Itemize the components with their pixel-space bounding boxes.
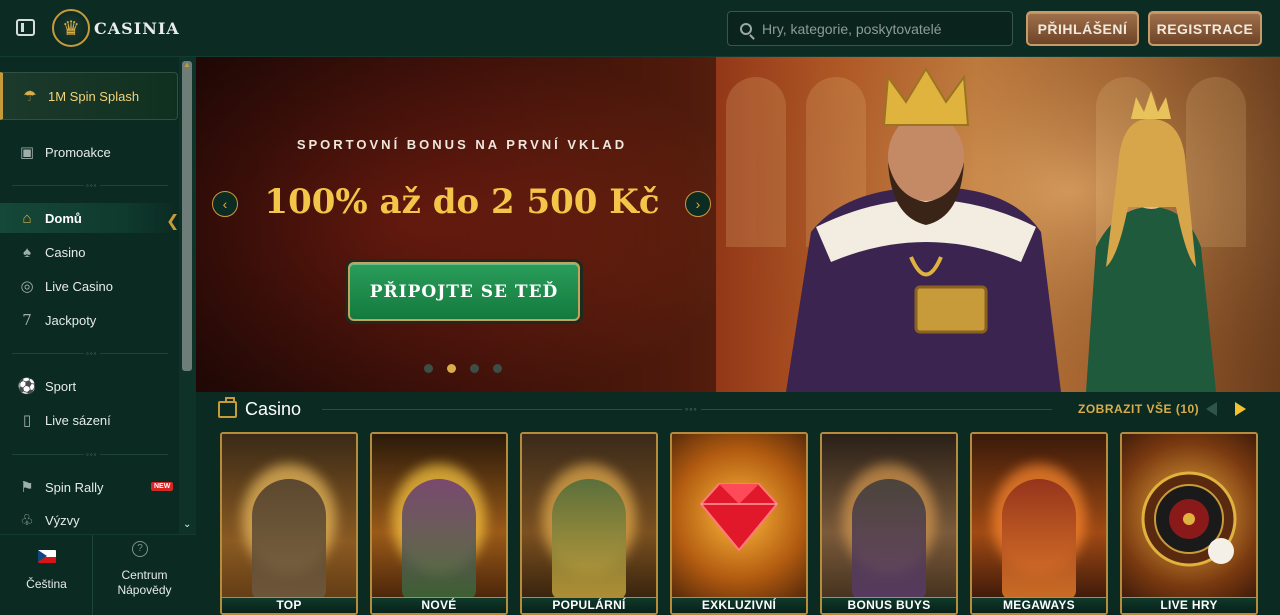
- carousel-dot[interactable]: [424, 364, 433, 373]
- sidebar-item-label: Jackpoty: [45, 312, 97, 328]
- sidebar-item-vyzvy[interactable]: ♧ Výzvy: [0, 505, 178, 535]
- ruby-diamond-icon: [699, 483, 779, 552]
- category-card-top[interactable]: TOP: [220, 432, 358, 615]
- sidebar-item-spin-splash[interactable]: ☂ 1M Spin Splash: [0, 72, 178, 120]
- card-label: BONUS BUYS: [822, 597, 956, 613]
- question-mark-icon: ?: [132, 541, 148, 557]
- card-label: TOP: [222, 597, 356, 613]
- category-cards: TOP NOVÉ POPULÁRNÍ EXKLUZIVNÍ BONUS BUYS…: [220, 432, 1280, 615]
- help-center-link[interactable]: ? Centrum Nápovědy: [93, 535, 196, 615]
- divider: ◦◦◦: [12, 450, 168, 459]
- join-now-button[interactable]: PŘIPOJTE SE TEĎ: [348, 262, 580, 321]
- sidebar-item-label: Live sázení: [45, 412, 111, 428]
- sidebar-item-label: Promoakce: [45, 144, 111, 160]
- flag-icon: ⚑: [20, 479, 34, 496]
- brand-name: CASINIA: [94, 18, 180, 38]
- home-icon: ⌂: [22, 209, 32, 227]
- sidebar-item-label: Casino: [45, 244, 86, 260]
- sidebar-item-label: Spin Rally: [45, 479, 104, 495]
- divider: ◦◦◦: [12, 349, 168, 358]
- search-input[interactable]: [762, 20, 1002, 37]
- sidebar-item-label: Sport: [45, 378, 77, 394]
- category-card-nove[interactable]: NOVÉ: [370, 432, 508, 615]
- carousel-dot-active[interactable]: [447, 364, 456, 373]
- live-bet-icon: ▯: [22, 412, 32, 429]
- view-all-link[interactable]: ZOBRAZIT VŠE (10): [1078, 402, 1199, 416]
- carousel-dot[interactable]: [470, 364, 479, 373]
- category-card-megaways[interactable]: MEGAWAYS: [970, 432, 1108, 615]
- czech-flag-icon: [38, 550, 56, 563]
- hero-subtitle: SPORTOVNÍ BONUS NA PRVNÍ VKLAD: [296, 137, 628, 152]
- section-divider: ◦◦◦: [322, 404, 1052, 414]
- login-button[interactable]: PŘIHLÁŠENÍ: [1026, 11, 1139, 46]
- challenge-icon: ♧: [20, 512, 34, 529]
- scroll-down-icon[interactable]: ⌄: [183, 519, 191, 530]
- search-box[interactable]: [727, 11, 1013, 46]
- sidebar-item-live-casino[interactable]: ◎ Live Casino: [0, 271, 178, 301]
- carousel-dot[interactable]: [493, 364, 502, 373]
- outlaw-figure: [852, 479, 926, 599]
- hero-banner[interactable]: SPORTOVNÍ BONUS NA PRVNÍ VKLAD ‹ 100% až…: [196, 57, 1280, 392]
- section-next-arrow-icon[interactable]: [1235, 402, 1246, 416]
- fisherman-figure: [552, 479, 626, 599]
- help-label-line1: Centrum: [121, 568, 168, 582]
- scroll-up-icon[interactable]: ▲: [183, 60, 191, 69]
- sidebar-footer: Čeština ? Centrum Nápovědy: [0, 534, 196, 615]
- casino-section-header: Casino ◦◦◦ ZOBRAZIT VŠE (10): [196, 392, 1280, 432]
- cards-icon: ♠: [23, 243, 31, 261]
- magician-figure: [402, 479, 476, 599]
- sidebar-item-promoakce[interactable]: ▣ Promoakce: [0, 137, 178, 167]
- sidebar-item-label: Výzvy: [45, 512, 80, 528]
- logo[interactable]: ♛ CASINIA: [52, 9, 180, 47]
- sidebar-scroll-thumb[interactable]: [182, 61, 192, 371]
- section-prev-arrow-icon[interactable]: [1206, 402, 1217, 416]
- soccer-ball-icon: ⚽: [17, 378, 37, 395]
- help-label-line2: Nápovědy: [117, 583, 172, 597]
- language-selector[interactable]: Čeština: [0, 535, 93, 615]
- sidebar-toggle-icon[interactable]: [16, 19, 35, 36]
- card-label: EXKLUZIVNÍ: [672, 597, 806, 613]
- briefcase-icon: [218, 397, 237, 418]
- sidebar-item-domu[interactable]: ⌂ Domů: [0, 203, 178, 233]
- card-label: MEGAWAYS: [972, 597, 1106, 613]
- sidebar-item-label: 1M Spin Splash: [48, 88, 140, 104]
- category-card-live-hry[interactable]: LIVE HRY: [1120, 432, 1258, 615]
- characters-figure: [1002, 479, 1076, 599]
- section-title: Casino: [245, 399, 302, 419]
- sidebar-item-label: Live Casino: [45, 278, 113, 294]
- divider: ◦◦◦: [12, 181, 168, 190]
- crown-logo-icon: ♛: [52, 9, 90, 47]
- top-header: ♛ CASINIA PŘIHLÁŠENÍ REGISTRACE: [0, 0, 1280, 57]
- sidebar-item-live-sazeni[interactable]: ▯ Live sázení: [0, 405, 178, 435]
- category-card-bonus-buys[interactable]: BONUS BUYS: [820, 432, 958, 615]
- category-card-exkluzivni[interactable]: EXKLUZIVNÍ: [670, 432, 808, 615]
- roulette-wheel-icon: [1141, 471, 1237, 567]
- active-marker-icon: ❮: [166, 213, 180, 230]
- hero-next-arrow-icon[interactable]: ›: [685, 191, 711, 217]
- card-label: LIVE HRY: [1122, 597, 1256, 613]
- card-label: POPULÁRNÍ: [522, 597, 656, 613]
- seven-icon: 7: [22, 311, 32, 329]
- hero-title: 100% až do 2 500 Kč: [264, 182, 660, 222]
- chip-icon: ◎: [20, 278, 34, 295]
- card-label: NOVÉ: [372, 597, 506, 613]
- sidebar-item-spin-rally[interactable]: ⚑ Spin Rally NEW: [0, 472, 178, 502]
- category-card-popularni[interactable]: POPULÁRNÍ: [520, 432, 658, 615]
- adventurer-figure: [252, 479, 326, 599]
- sidebar-item-jackpoty[interactable]: 7 Jackpoty: [0, 305, 178, 335]
- register-button[interactable]: REGISTRACE: [1148, 11, 1262, 46]
- language-label: Čeština: [26, 577, 67, 591]
- sidebar: ▲ ⌄ ☂ 1M Spin Splash ▣ Promoakce ◦◦◦ ⌂ D…: [0, 57, 196, 615]
- sidebar-item-label: Domů: [45, 210, 82, 226]
- umbrella-icon: ☂: [23, 88, 37, 105]
- carousel-dots: [424, 364, 502, 373]
- king-queen-illustration: [756, 57, 1280, 392]
- help-label: Centrum Nápovědy: [93, 568, 196, 598]
- search-icon: [740, 22, 752, 35]
- sidebar-item-casino[interactable]: ♠ Casino: [0, 237, 178, 267]
- new-badge: NEW: [151, 482, 174, 491]
- gift-icon: ▣: [19, 144, 35, 161]
- sidebar-item-sport[interactable]: ⚽ Sport: [0, 371, 178, 401]
